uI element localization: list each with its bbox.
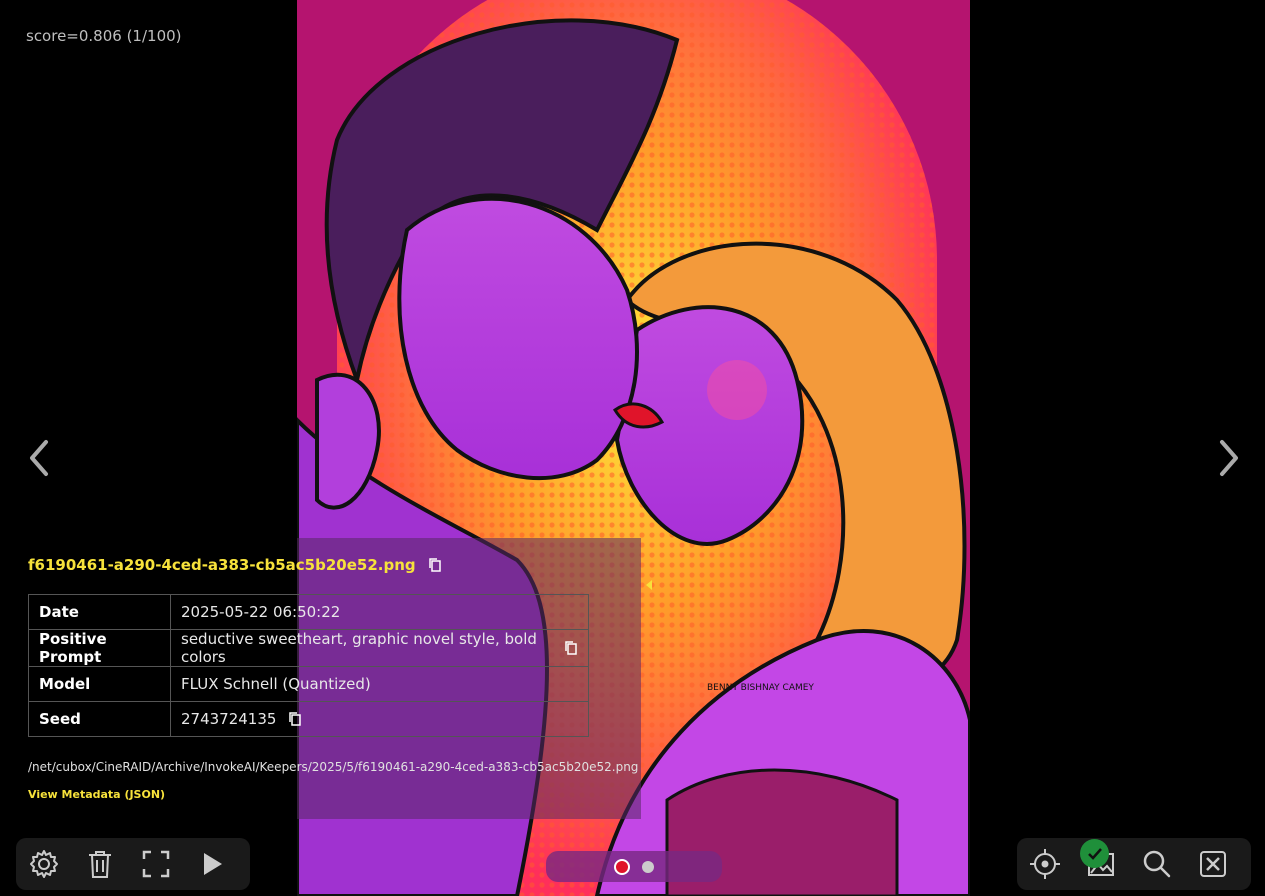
collapse-metadata-button[interactable] <box>643 576 655 594</box>
row-key: Seed <box>28 701 171 737</box>
row-key: Positive Prompt <box>28 629 171 667</box>
filename: f6190461-a290-4ced-a383-cb5ac5b20e52.png <box>28 556 416 574</box>
settings-button[interactable] <box>16 838 72 890</box>
caret-left-icon <box>646 580 652 590</box>
close-button[interactable] <box>1185 838 1241 890</box>
page-dot-2[interactable] <box>642 860 654 873</box>
row-key: Model <box>28 666 171 702</box>
score-label: score=0.806 (1/100) <box>26 27 182 45</box>
chevron-left-icon <box>30 440 48 476</box>
copy-icon[interactable] <box>288 711 302 727</box>
row-value: 2025-05-22 06:50:22 <box>170 594 589 630</box>
file-path: /net/cubox/CineRAID/Archive/InvokeAI/Kee… <box>28 760 639 774</box>
table-row: Seed 2743724135 <box>28 701 589 737</box>
chevron-right-icon <box>1220 440 1238 476</box>
trash-icon <box>89 851 111 878</box>
page-dot-1[interactable] <box>614 858 630 875</box>
copy-icon[interactable] <box>564 640 578 656</box>
fullscreen-icon <box>142 850 170 878</box>
fullscreen-button[interactable] <box>128 838 184 890</box>
artist-signature: BENNY BISHNAY CAMEY <box>707 683 814 693</box>
metadata-table: Date 2025-05-22 06:50:22 Positive Prompt… <box>28 594 589 737</box>
check-badge <box>1080 839 1109 868</box>
right-toolbar <box>1017 838 1251 890</box>
delete-button[interactable] <box>72 838 128 890</box>
search-icon <box>1143 850 1171 878</box>
row-value: FLUX Schnell (Quantized) <box>170 666 589 702</box>
close-square-icon <box>1200 851 1226 877</box>
play-slideshow-button[interactable] <box>184 838 240 890</box>
next-image-button[interactable] <box>1214 438 1244 478</box>
gear-icon <box>30 850 58 878</box>
row-value: 2743724135 <box>181 710 277 728</box>
checkmark-icon <box>1087 847 1102 860</box>
view-metadata-link[interactable]: View Metadata (JSON) <box>28 788 165 801</box>
table-row: Positive Prompt seductive sweetheart, gr… <box>28 629 589 667</box>
table-row: Model FLUX Schnell (Quantized) <box>28 666 589 702</box>
left-toolbar <box>16 838 250 890</box>
previous-image-button[interactable] <box>24 438 54 478</box>
search-button[interactable] <box>1129 838 1185 890</box>
copy-icon[interactable] <box>428 557 442 573</box>
row-key: Date <box>28 594 171 630</box>
crosshair-icon <box>1030 849 1060 879</box>
table-row: Date 2025-05-22 06:50:22 <box>28 594 589 630</box>
play-icon <box>204 853 222 875</box>
page-indicator <box>546 851 722 882</box>
row-value: seductive sweetheart, graphic novel styl… <box>181 630 537 666</box>
filename-row: f6190461-a290-4ced-a383-cb5ac5b20e52.png <box>28 556 442 574</box>
locate-button[interactable] <box>1017 838 1073 890</box>
